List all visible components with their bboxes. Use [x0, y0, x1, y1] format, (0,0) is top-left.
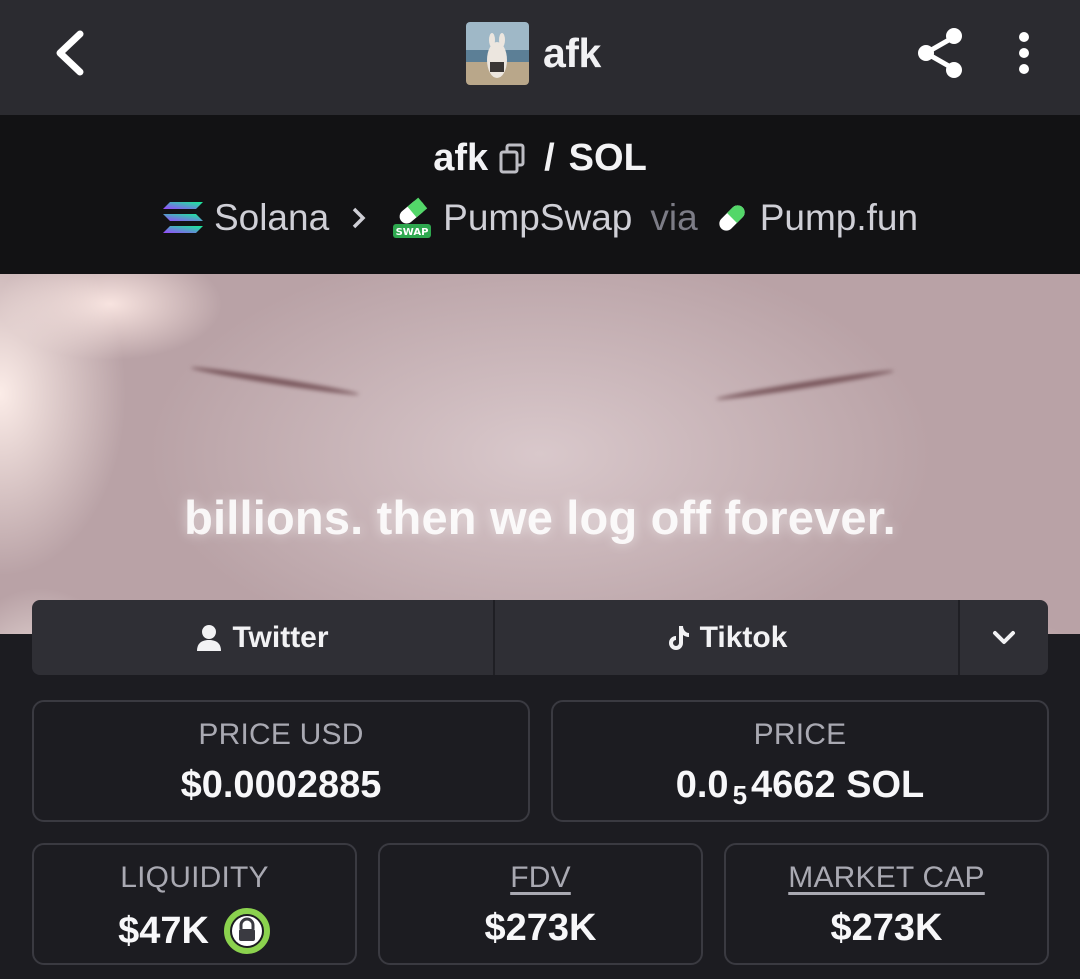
pumpfun-pill-icon [714, 200, 750, 236]
tiktok-icon [666, 624, 690, 652]
banner-caption: billions. then we log off forever. [184, 491, 896, 544]
price-suffix: 4662 SOL [751, 764, 925, 806]
base-token: afk [433, 137, 489, 179]
fdv-value: $273K [484, 907, 597, 949]
market-cap-label[interactable]: MARKET CAP [726, 861, 1047, 895]
back-button[interactable] [40, 22, 100, 84]
token-header: afk [466, 22, 601, 85]
token-avatar [466, 22, 529, 85]
more-options-button[interactable] [1000, 22, 1048, 84]
market-cap-card: MARKET CAP $273K [724, 843, 1049, 965]
app-bar: afk [0, 0, 1080, 115]
dex-link-pumpswap[interactable]: PumpSwap [443, 197, 632, 239]
market-cap-value: $273K [830, 907, 943, 949]
chevron-down-icon [993, 630, 1015, 644]
chevron-left-icon [56, 30, 84, 76]
share-button[interactable] [910, 22, 970, 84]
liquidity-value: $47K [118, 909, 209, 952]
more-vertical-icon [1019, 32, 1029, 74]
user-icon [196, 624, 222, 652]
quote-token: SOL [568, 137, 647, 179]
chevron-right-icon [351, 197, 367, 239]
liquidity-label: LIQUIDITY [120, 861, 269, 894]
price-prefix: 0.0 [675, 764, 729, 806]
fdv-label[interactable]: FDV [380, 861, 701, 895]
more-links-button[interactable] [960, 600, 1048, 675]
share-icon [918, 28, 962, 78]
price-native-label: PRICE [753, 718, 847, 751]
pair-title: afk / SOL [0, 137, 1080, 180]
tiktok-label: Tiktok [699, 620, 788, 654]
liquidity-value-row: $47K [34, 907, 355, 955]
twitter-button[interactable]: Twitter [32, 600, 495, 675]
swap-badge-text: SWAP [396, 227, 429, 238]
price-usd-label: PRICE USD [198, 718, 364, 751]
twitter-label: Twitter [232, 620, 329, 654]
liquidity-card: LIQUIDITY $47K [32, 843, 357, 965]
tiktok-button[interactable]: Tiktok [495, 600, 960, 675]
banner-eye-left [190, 364, 360, 398]
price-usd-card: PRICE USD $0.0002885 [32, 700, 530, 822]
price-native-value: 0.0 5 4662 SOL [553, 764, 1047, 810]
via-label: via [650, 197, 698, 238]
chain-breadcrumb: Solana SWAP PumpSwap via Pump.fun [0, 196, 1080, 240]
app-title: afk [543, 30, 601, 76]
pumpswap-icon: SWAP [391, 196, 433, 240]
banner-eye-right [715, 367, 895, 403]
price-zero-count: 5 [732, 780, 748, 810]
lock-icon[interactable] [223, 907, 271, 955]
social-links: Twitter Tiktok [32, 600, 1048, 675]
price-usd-value: $0.0002885 [180, 764, 382, 806]
pair-separator: / [544, 137, 555, 179]
price-native-card: PRICE 0.0 5 4662 SOL [551, 700, 1049, 822]
solana-icon [162, 200, 204, 236]
fdv-card: FDV $273K [378, 843, 703, 965]
launchpad-link-pumpfun[interactable]: Pump.fun [760, 197, 918, 239]
copy-address-button[interactable] [498, 143, 526, 175]
copy-icon [499, 143, 525, 173]
chain-link-solana[interactable]: Solana [214, 197, 329, 239]
token-banner-image: billions. then we log off forever. [0, 274, 1080, 634]
